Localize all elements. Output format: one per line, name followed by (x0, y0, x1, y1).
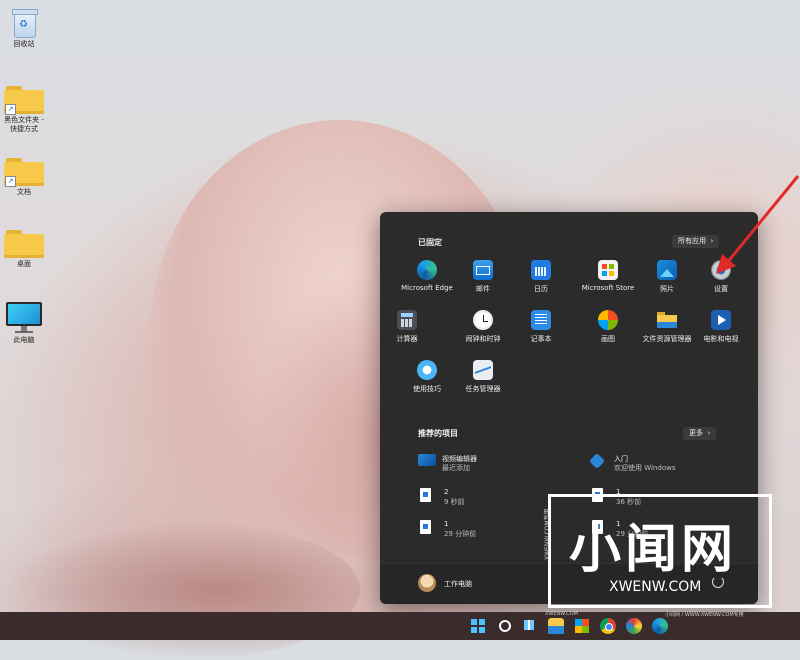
desktop-icon-this-pc[interactable]: 此电脑 (3, 302, 45, 345)
app-label: 画图 (601, 335, 615, 343)
search-icon (499, 620, 511, 632)
video-editor-icon (418, 454, 436, 466)
tips-icon (417, 360, 437, 380)
monitor-icon (4, 302, 44, 334)
pinned-app-photos[interactable]: 照片 (638, 260, 696, 294)
pinned-app-tips[interactable]: 使用技巧 (398, 360, 456, 394)
edge-icon (417, 260, 437, 280)
recommended-item-subtitle: 9 秒前 (444, 498, 465, 506)
notepad-icon (531, 310, 551, 330)
app-label: 计算器 (396, 335, 418, 343)
shortcut-arrow-icon: ↗ (5, 176, 16, 187)
watermark-small-text: 小闻网 / WWW.XWENW.COM专用 (665, 612, 744, 618)
folder-icon (548, 626, 564, 634)
app-label: 记事本 (530, 335, 552, 343)
app-label: 邮件 (476, 285, 490, 293)
task-view-icon (524, 620, 534, 630)
app-label: 设置 (714, 285, 728, 293)
app-label: 使用技巧 (413, 385, 441, 393)
desktop-icon-label: 黑色文件夹 - 快捷方式 (4, 116, 44, 133)
get-started-icon (589, 453, 605, 469)
app-label: 照片 (660, 285, 674, 293)
image-file-icon (420, 488, 434, 502)
store-icon (598, 260, 618, 280)
user-name: 工作电脑 (444, 580, 472, 588)
chrome-icon (605, 623, 613, 631)
desktop-icon-recycle-bin[interactable]: ♻ 回收站 (3, 6, 45, 49)
desktop-icon-documents[interactable]: ↗ 文档 (3, 158, 45, 197)
recommended-item-subtitle: 29 分钟前 (444, 530, 477, 538)
desktop-icon-folder-shortcut[interactable]: ↗ 黑色文件夹 - 快捷方式 (3, 86, 45, 134)
pinned-app-movies-tv[interactable]: 电影和电视 (692, 310, 750, 344)
more-button[interactable]: 更多 › (683, 427, 717, 440)
alarm-clock-icon (473, 310, 493, 330)
recommended-item-title: 1 (444, 520, 449, 528)
windows-logo-icon (471, 619, 485, 633)
watermark-title: 小闻网 (569, 520, 738, 580)
desktop-icon-label: 桌面 (17, 260, 31, 268)
recommended-item-title: 2 (444, 488, 449, 496)
calendar-icon (531, 260, 551, 280)
app-label: 任务管理器 (465, 385, 501, 393)
pinned-app-calculator[interactable]: 计算器 (380, 310, 436, 344)
taskbar-store[interactable] (574, 618, 590, 634)
paint-icon (598, 310, 618, 330)
image-file-icon (420, 520, 434, 534)
store-icon (575, 619, 589, 633)
app-label: 文件资源管理器 (642, 335, 692, 343)
app-label: Microsoft Edge (401, 284, 453, 292)
user-account-button[interactable]: 工作电脑 (410, 568, 530, 598)
pinned-app-task-manager[interactable]: 任务管理器 (454, 360, 512, 394)
pinned-app-mail[interactable]: 邮件 (454, 260, 512, 294)
watermark-box: 小闻网 XWENW.COM (548, 494, 772, 608)
taskbar-app[interactable] (626, 618, 642, 634)
app-label: 日历 (534, 285, 548, 293)
app-label: Microsoft Store (581, 284, 635, 292)
pinned-app-microsoft-store[interactable]: Microsoft Store (579, 260, 637, 292)
task-manager-icon (473, 360, 493, 380)
pinned-app-paint[interactable]: 画图 (579, 310, 637, 344)
recycle-bin-icon: ♻ (11, 6, 38, 38)
folder-icon (4, 230, 44, 258)
pinned-section-title: 已固定 (418, 238, 442, 247)
folder-icon: ↗ (4, 86, 44, 115)
folder-icon: ↗ (4, 158, 44, 187)
taskbar-file-explorer[interactable] (548, 618, 564, 634)
watermark-side-text: XWENW.COM专用 (544, 508, 551, 560)
movies-tv-icon (711, 310, 731, 330)
start-button[interactable] (470, 618, 486, 634)
pinned-app-file-explorer[interactable]: 文件资源管理器 (638, 310, 696, 344)
desktop-icon-label: 回收站 (13, 40, 35, 48)
pinned-app-alarms-clock[interactable]: 闹钟和时钟 (454, 310, 512, 344)
calculator-icon (397, 310, 417, 330)
file-explorer-icon (657, 310, 677, 330)
search-button[interactable] (497, 618, 513, 634)
pinned-app-calendar[interactable]: 日历 (512, 260, 570, 294)
app-label: 电影和电视 (703, 335, 739, 343)
app-label: 闹钟和时钟 (465, 335, 501, 343)
annotation-arrow (716, 175, 800, 274)
mail-icon (473, 260, 493, 280)
taskbar-chrome[interactable] (600, 618, 616, 634)
desktop-icon-label: 文档 (17, 188, 31, 196)
more-label: 更多 (689, 429, 703, 437)
pinned-app-microsoft-edge[interactable]: Microsoft Edge (398, 260, 456, 292)
task-view-button[interactable] (522, 618, 538, 634)
watermark-small-text: XWENW.COM (545, 611, 578, 617)
recommended-item-subtitle: 欢迎使用 Windows (614, 464, 676, 472)
desktop-icon-label: 此电脑 (13, 336, 35, 344)
desktop-icon-desktop-folder[interactable]: 桌面 (3, 230, 45, 269)
recommended-item-subtitle: 最近添加 (442, 464, 470, 472)
photos-icon (657, 260, 677, 280)
chevron-right-icon: › (705, 429, 711, 437)
pinned-app-notepad[interactable]: 记事本 (512, 310, 570, 344)
taskbar-edge[interactable] (652, 618, 668, 634)
shortcut-arrow-icon: ↗ (5, 104, 16, 115)
watermark-url: XWENW.COM (609, 579, 702, 595)
recommended-section-title: 推荐的项目 (418, 429, 458, 438)
avatar (418, 574, 436, 592)
